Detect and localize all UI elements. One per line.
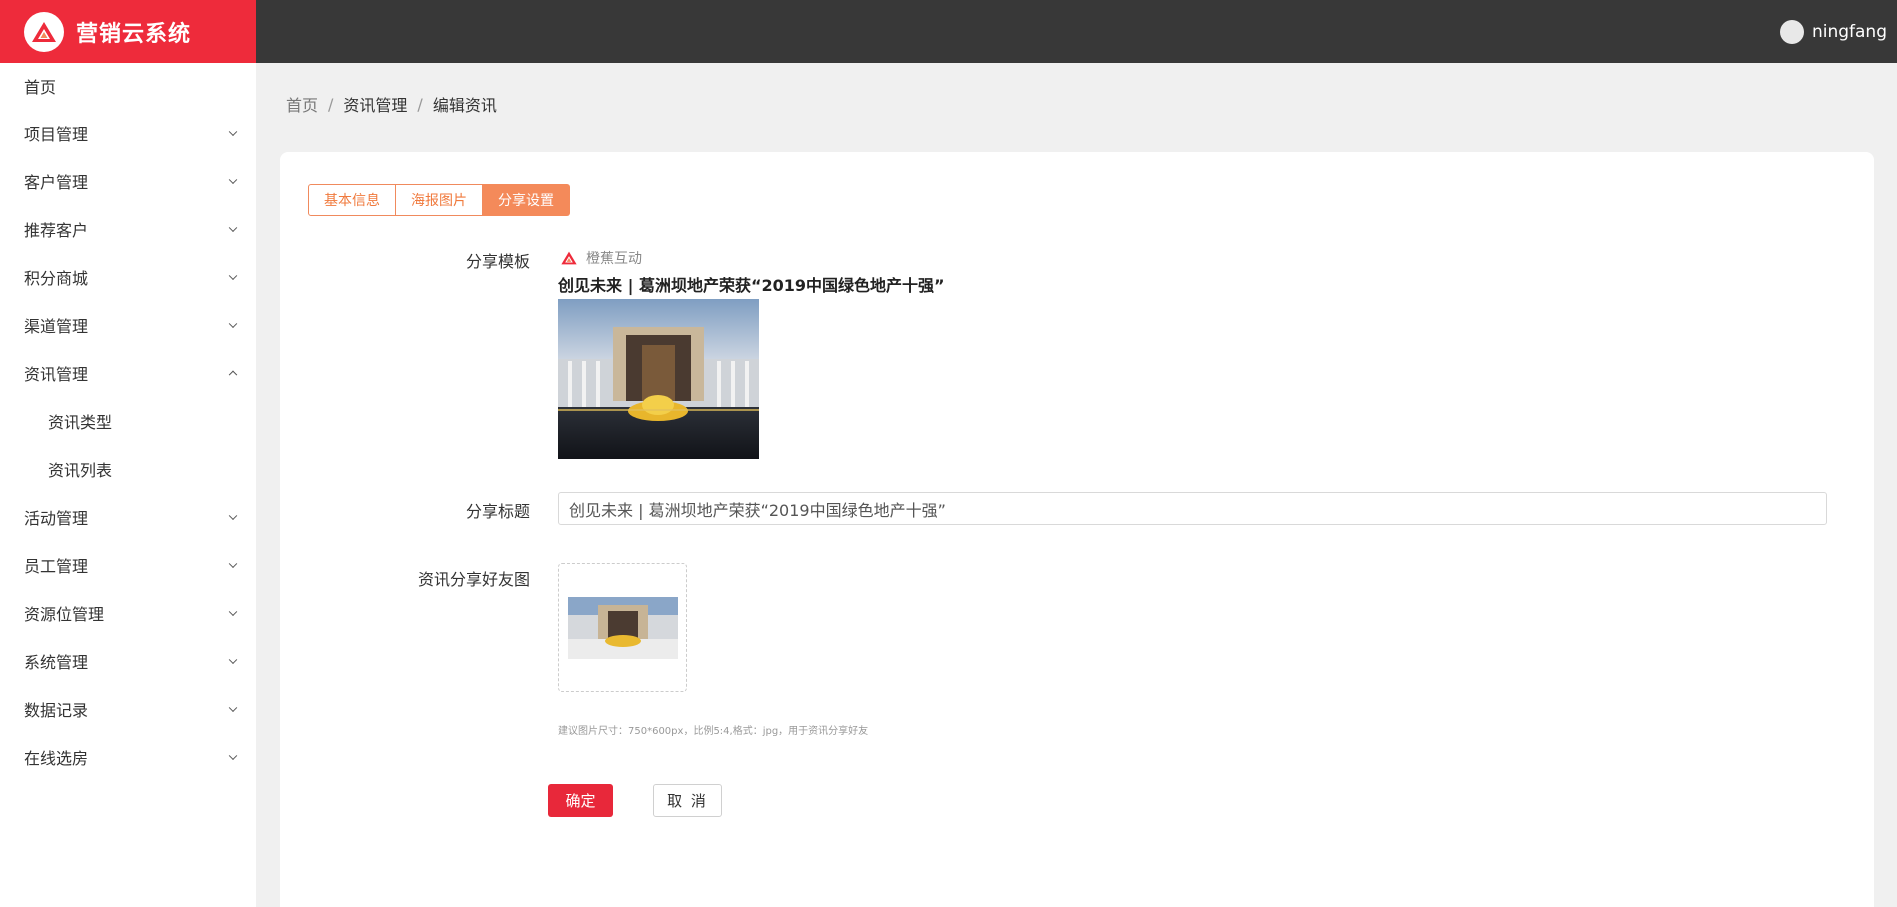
- template-title: 创见未来 | 葛洲坝地产荣获“2019中国绿色地产十强”: [558, 276, 945, 295]
- sidebar-item-label: 客户管理: [24, 173, 89, 192]
- edit-news-card: 基本信息 海报图片 分享设置 分享模板 橙蕉互动 创见未来 | 葛洲坝地产荣获“…: [280, 152, 1874, 907]
- sidebar-item-label: 资讯类型: [48, 413, 113, 432]
- sidebar-item-activities[interactable]: 活动管理: [0, 493, 256, 541]
- sidebar-item-data-records[interactable]: 数据记录: [0, 685, 256, 733]
- share-title-input[interactable]: [558, 492, 1827, 525]
- sidebar-item-label: 活动管理: [24, 509, 89, 528]
- sidebar-item-projects[interactable]: 项目管理: [0, 109, 256, 157]
- chevron-down-icon: [228, 319, 238, 329]
- chevron-down-icon: [228, 751, 238, 761]
- share-template-label: 分享模板: [465, 252, 530, 271]
- chevron-down-icon: [228, 703, 238, 713]
- sidebar-item-resource-slots[interactable]: 资源位管理: [0, 589, 256, 637]
- chevron-up-icon: [228, 370, 238, 380]
- app-title: 营销云系统: [76, 21, 192, 47]
- breadcrumb-section[interactable]: 资讯管理: [343, 92, 407, 116]
- sidebar-item-online-units[interactable]: 在线选房: [0, 733, 256, 781]
- template-brand-name: 橙蕉互动: [586, 251, 642, 267]
- sidebar-item-label: 推荐客户: [24, 221, 89, 240]
- logo-icon: [24, 11, 64, 52]
- top-bar: 营销云系统 ningfang: [0, 0, 1897, 63]
- sidebar-item-staff[interactable]: 员工管理: [0, 541, 256, 589]
- share-title-label: 分享标题: [465, 502, 530, 521]
- sidebar-item-label: 资讯列表: [48, 461, 113, 480]
- chevron-down-icon: [228, 271, 238, 281]
- tab-poster-images[interactable]: 海报图片: [396, 184, 483, 216]
- sidebar-item-label: 员工管理: [24, 557, 89, 576]
- chevron-down-icon: [228, 175, 238, 185]
- chevron-down-icon: [228, 511, 238, 521]
- chevron-down-icon: [228, 607, 238, 617]
- cancel-button[interactable]: 取 消: [653, 784, 722, 817]
- sidebar-item-label: 渠道管理: [24, 317, 89, 336]
- template-cover-image: [558, 299, 759, 459]
- sidebar-item-label: 项目管理: [24, 125, 89, 144]
- share-template-preview: 橙蕉互动 创见未来 | 葛洲坝地产荣获“2019中国绿色地产十强”: [558, 248, 978, 459]
- chevron-down-icon: [228, 127, 238, 137]
- sidebar-item-label: 资讯管理: [24, 365, 89, 384]
- breadcrumb-separator: /: [417, 94, 423, 114]
- brand[interactable]: 营销云系统: [0, 0, 256, 63]
- sidebar-item-label: 在线选房: [24, 749, 89, 768]
- sidebar-item-points-mall[interactable]: 积分商城: [0, 253, 256, 301]
- breadcrumb-separator: /: [328, 94, 334, 114]
- sidebar-item-label: 积分商城: [24, 269, 89, 288]
- sidebar-item-customers[interactable]: 客户管理: [0, 157, 256, 205]
- sidebar-item-system[interactable]: 系统管理: [0, 637, 256, 685]
- sidebar-item-news[interactable]: 资讯管理: [0, 349, 256, 397]
- friend-image-uploader[interactable]: [558, 563, 687, 692]
- tab-share-settings[interactable]: 分享设置: [483, 184, 570, 216]
- upload-hint: 建议图片尺寸：750*600px，比例5:4,格式：jpg，用于资讯分享好友: [558, 726, 869, 737]
- breadcrumb-current: 编辑资讯: [432, 96, 497, 115]
- sidebar-item-channels[interactable]: 渠道管理: [0, 301, 256, 349]
- avatar[interactable]: [1779, 19, 1804, 44]
- tab-basic-info[interactable]: 基本信息: [308, 184, 396, 216]
- chevron-down-icon: [228, 223, 238, 233]
- sidebar: 首页 项目管理 客户管理 推荐客户 积分商城 渠道管理 资讯管理 资讯类型 资讯…: [0, 63, 256, 907]
- confirm-button[interactable]: 确定: [548, 784, 613, 817]
- chevron-down-icon: [228, 559, 238, 569]
- sidebar-item-referrals[interactable]: 推荐客户: [0, 205, 256, 253]
- sidebar-item-home[interactable]: 首页: [0, 63, 256, 109]
- sidebar-subitem-news-list[interactable]: 资讯列表: [0, 445, 256, 493]
- sidebar-item-label: 数据记录: [24, 701, 89, 720]
- tab-group: 基本信息 海报图片 分享设置: [308, 184, 570, 216]
- friend-image-label: 资讯分享好友图: [417, 570, 530, 589]
- sidebar-item-label: 首页: [24, 78, 57, 97]
- breadcrumb-home[interactable]: 首页: [286, 92, 318, 116]
- user-menu[interactable]: ningfang: [1779, 0, 1887, 63]
- friend-image-thumbnail: [568, 597, 678, 659]
- sidebar-subitem-news-types[interactable]: 资讯类型: [0, 397, 256, 445]
- sidebar-item-label: 系统管理: [24, 653, 89, 672]
- chevron-down-icon: [228, 655, 238, 665]
- sidebar-item-label: 资源位管理: [24, 605, 105, 624]
- brand-logo-icon: [561, 251, 577, 265]
- breadcrumb: 首页 / 资讯管理 / 编辑资讯: [286, 92, 497, 116]
- username: ningfang: [1811, 21, 1887, 42]
